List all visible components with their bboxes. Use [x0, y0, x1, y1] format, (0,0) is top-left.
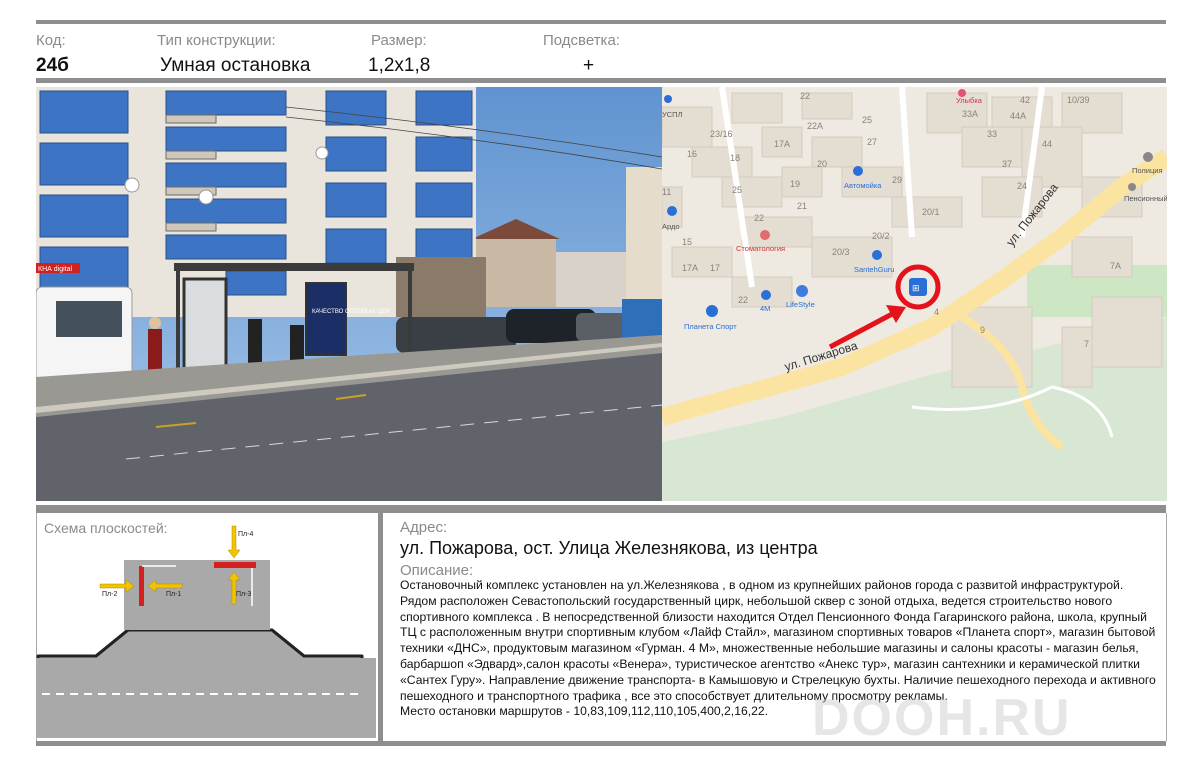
location-photo: КНА digital КАЧЕСТВО ОПТОВЫХ ЦЕН: [36, 87, 662, 501]
location-map[interactable]: 22 42 10/39 33А 44А 33 44 22А 25 23/16 17А 27 18…: [662, 87, 1167, 501]
size-value: 1,2x1,8: [368, 55, 431, 76]
poi-pension: Пенсионный фонд РФ: [1124, 194, 1167, 203]
map-house-number: 10/39: [1067, 95, 1090, 105]
map-house-number: 23/16: [710, 129, 733, 139]
light-label: Подсветка:: [543, 32, 620, 49]
type-value: Умная остановка: [160, 55, 311, 76]
poi-ardo: Ардо: [662, 222, 680, 231]
map-house-number: 33А: [962, 109, 978, 119]
map-house-number: 4: [934, 307, 939, 317]
map-house-number: 22: [738, 295, 748, 305]
plane-label-4: Пл-4: [238, 531, 253, 538]
map-house-number: 25: [732, 185, 742, 195]
plane-label-3: Пл-3: [236, 591, 251, 598]
vertical-divider: [378, 513, 383, 741]
poi-lifestyle: LifeStyle: [786, 300, 815, 309]
map-house-number: 24: [1017, 181, 1027, 191]
map-house-number: 22: [754, 213, 764, 223]
code-value: 24б: [36, 55, 69, 76]
map-house-number: 20/2: [872, 231, 890, 241]
map-house-number: 44А: [1010, 111, 1026, 121]
map-house-number: 22А: [807, 121, 823, 131]
poi-police: Полиция: [1132, 166, 1163, 175]
map-house-number: 44: [1042, 139, 1052, 149]
map-house-number: 25: [862, 115, 872, 125]
plane-label-1: Пл-1: [166, 591, 181, 598]
map-house-number: 16: [687, 149, 697, 159]
map-house-number: 21: [797, 201, 807, 211]
map-house-number: 7А: [1110, 261, 1121, 271]
poi-ulybka: Улыбка: [956, 96, 983, 105]
map-house-number: 20: [817, 159, 827, 169]
poi-dentist: Стоматология: [736, 244, 785, 253]
map-house-number: 20/3: [832, 247, 850, 257]
poi-santehguru: SantehGuru: [854, 265, 894, 274]
map-house-number: 17А: [682, 263, 698, 273]
header-rule: [36, 78, 1166, 83]
map-house-number: 42: [1020, 95, 1030, 105]
poi-4m: 4M: [760, 304, 770, 313]
map-illustration: 22 42 10/39 33А 44А 33 44 22А 25 23/16 17А 27 18…: [662, 87, 1167, 501]
map-house-number: 11: [662, 187, 671, 197]
top-rule: [36, 20, 1166, 24]
description-label: Описание:: [400, 562, 474, 579]
address-value: ул. Пожарова, ост. Улица Железнякова, из…: [400, 538, 818, 558]
store-sign: КНА digital: [38, 266, 72, 273]
plane-label-2: Пл-2: [102, 591, 117, 598]
map-house-number: 20/1: [922, 207, 940, 217]
description-body: Остановочный комплекс установлен на ул.Ж…: [400, 578, 1156, 703]
map-house-number: 9: [980, 325, 985, 335]
map-house-number: 33: [987, 129, 997, 139]
map-house-number: 7: [1084, 339, 1089, 349]
map-house-number: 18: [730, 153, 740, 163]
poi-planeta-sport: Планета Спорт: [684, 322, 737, 331]
map-house-number: 37: [1002, 159, 1012, 169]
bus-stop-glyph: ⊞: [912, 283, 920, 293]
stop-ad-text: КАЧЕСТВО ОПТОВЫХ ЦЕН: [312, 309, 390, 315]
plane-4: [214, 562, 256, 568]
map-house-number: 17: [710, 263, 720, 273]
map-house-number: 27: [867, 137, 877, 147]
plane-2: [139, 566, 144, 606]
address-label: Адрес:: [400, 519, 448, 536]
map-house-number: 19: [790, 179, 800, 189]
planes-scheme: Пл-4 Пл-2 Пл-1 Пл-3: [36, 525, 376, 738]
street-photo-illustration: КНА digital КАЧЕСТВО ОПТОВЫХ ЦЕН: [36, 87, 662, 501]
section-divider: [36, 505, 1166, 513]
light-value: +: [583, 55, 595, 76]
code-label: Код:: [36, 32, 66, 49]
bottom-rule: [36, 741, 1166, 746]
map-house-number: 17А: [774, 139, 790, 149]
map-house-number: 15: [682, 237, 692, 247]
map-house-number: 29: [892, 175, 902, 185]
type-label: Тип конструкции:: [157, 32, 276, 49]
watermark: DOOH.RU: [812, 689, 1072, 747]
poi-carwash: Автомойка: [844, 181, 882, 190]
map-house-number: 22: [800, 91, 810, 101]
poi-uspl: УСПЛ: [662, 110, 683, 119]
size-label: Размер:: [371, 32, 427, 49]
